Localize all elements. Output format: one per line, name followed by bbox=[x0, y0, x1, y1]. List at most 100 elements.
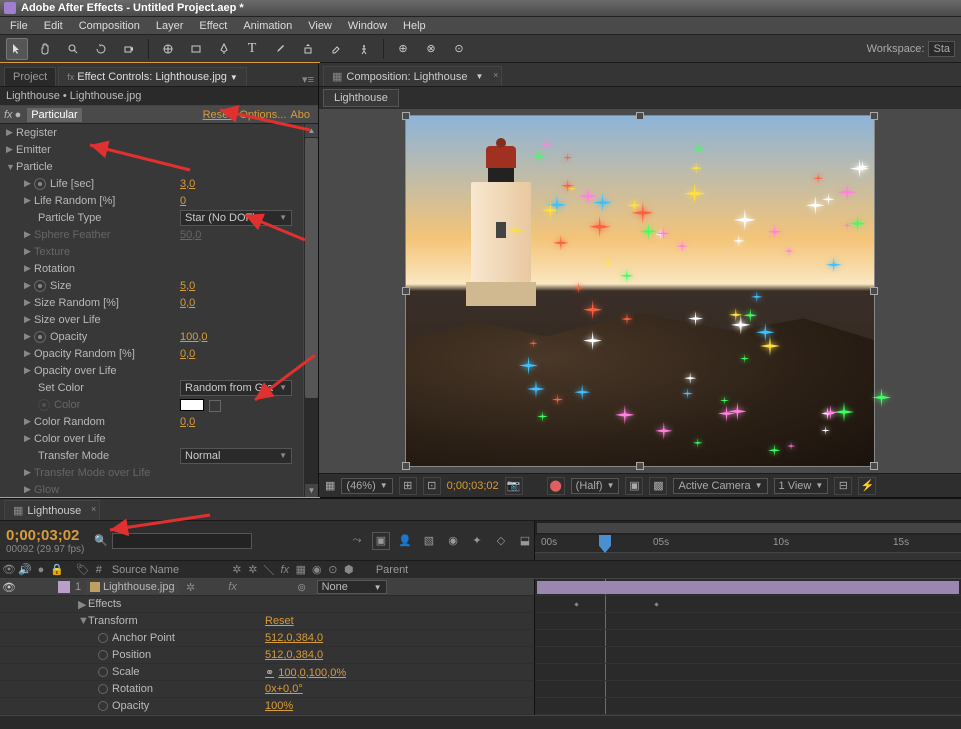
resize-handle[interactable] bbox=[636, 462, 644, 470]
prop-color-over-life[interactable]: ▶Color over Life bbox=[0, 430, 318, 447]
close-icon[interactable]: × bbox=[91, 504, 96, 514]
transform-group[interactable]: ▼TransformReset bbox=[0, 613, 534, 630]
clone-tool[interactable] bbox=[297, 38, 319, 60]
snapshot-icon[interactable]: 📷 bbox=[505, 477, 523, 495]
menu-effect[interactable]: Effect bbox=[191, 18, 235, 34]
res-half-icon[interactable]: ⊡ bbox=[423, 477, 441, 495]
prop-set-color[interactable]: Set ColorRandom from Gra▼ bbox=[0, 379, 318, 396]
menu-composition[interactable]: Composition bbox=[71, 18, 148, 34]
audio-col-icon[interactable]: 🔊 bbox=[18, 563, 32, 576]
project-tab[interactable]: Project bbox=[4, 67, 56, 86]
resize-handle[interactable] bbox=[870, 462, 878, 470]
timeline-tab[interactable]: ▦ Lighthouse × bbox=[4, 500, 100, 520]
zoom-dropdown[interactable]: (46%)▼ bbox=[341, 478, 392, 494]
prop-opacity[interactable]: Opacity100% bbox=[0, 698, 534, 715]
channel-icon[interactable]: ⬤ bbox=[547, 477, 565, 495]
puppet-tool[interactable] bbox=[353, 38, 375, 60]
layer-tab[interactable]: Lighthouse bbox=[323, 89, 399, 107]
label-color[interactable] bbox=[58, 581, 70, 593]
menu-layer[interactable]: Layer bbox=[148, 18, 192, 34]
work-area-bar[interactable] bbox=[535, 521, 961, 535]
effects-group[interactable]: ▶Effects bbox=[0, 596, 534, 613]
parent-col[interactable]: Parent bbox=[372, 564, 412, 576]
visibility-toggle[interactable]: 👁 bbox=[2, 581, 16, 594]
prop-color-random[interactable]: ▶Color Random0,0 bbox=[0, 413, 318, 430]
close-icon[interactable]: × bbox=[493, 70, 498, 80]
menu-animation[interactable]: Animation bbox=[235, 18, 300, 34]
layer-row[interactable]: 👁 1 Lighthouse.jpg ✲fx ⊚ None▼ bbox=[0, 579, 534, 596]
draft3d-icon[interactable]: ▣ bbox=[372, 532, 390, 550]
prop-life-random[interactable]: ▶Life Random [%]0 bbox=[0, 192, 318, 209]
menu-file[interactable]: File bbox=[2, 18, 36, 34]
brush-tool[interactable] bbox=[269, 38, 291, 60]
scroll-up-icon[interactable]: ▲ bbox=[305, 124, 318, 137]
fast-preview-icon[interactable]: ⚡ bbox=[858, 477, 876, 495]
views-dropdown[interactable]: 1 View▼ bbox=[774, 478, 829, 494]
playhead[interactable] bbox=[599, 535, 611, 553]
view-axis-icon[interactable]: ⊙ bbox=[448, 38, 470, 60]
resize-handle[interactable] bbox=[870, 287, 878, 295]
prop-scale[interactable]: Scale⚭100,0,100,0% bbox=[0, 664, 534, 681]
eraser-tool[interactable] bbox=[325, 38, 347, 60]
local-axis-icon[interactable]: ⊕ bbox=[392, 38, 414, 60]
roi-icon[interactable]: ▣ bbox=[625, 477, 643, 495]
timecode-display[interactable]: 0;00;03;02 bbox=[447, 480, 499, 492]
prop-rotation[interactable]: Rotation0x+0,0° bbox=[0, 681, 534, 698]
prop-opacity-random[interactable]: ▶Opacity Random [%]0,0 bbox=[0, 345, 318, 362]
resize-handle[interactable] bbox=[870, 112, 878, 120]
reset-link[interactable]: Reset bbox=[203, 109, 232, 121]
visibility-col-icon[interactable]: 👁 bbox=[2, 563, 16, 576]
transparency-icon[interactable]: ▩ bbox=[649, 477, 667, 495]
prop-size-random[interactable]: ▶Size Random [%]0,0 bbox=[0, 294, 318, 311]
effect-name[interactable]: Particular bbox=[27, 108, 81, 122]
about-link[interactable]: Abo bbox=[290, 109, 310, 121]
effect-controls-tab[interactable]: fx Effect Controls: Lighthouse.jpg ▼ bbox=[58, 67, 247, 86]
prop-particle[interactable]: ▼Particle bbox=[0, 158, 318, 175]
current-time[interactable]: 0;00;03;02 00092 (29.97 fps) bbox=[0, 525, 90, 557]
pixel-aspect-icon[interactable]: ⊟ bbox=[834, 477, 852, 495]
camera-dropdown[interactable]: Active Camera▼ bbox=[673, 478, 767, 494]
timeline-scrollbar[interactable] bbox=[0, 715, 961, 729]
prop-anchor[interactable]: Anchor Point512,0,384,0 bbox=[0, 630, 534, 647]
resize-handle[interactable] bbox=[636, 112, 644, 120]
layer-name[interactable]: Lighthouse.jpg bbox=[86, 580, 179, 594]
layer-bar[interactable] bbox=[537, 581, 959, 594]
composition-viewer[interactable] bbox=[319, 109, 961, 473]
comp-canvas[interactable] bbox=[405, 115, 875, 467]
brainstorm-icon[interactable]: ✦ bbox=[468, 532, 486, 550]
effect-toggle[interactable]: ● bbox=[15, 109, 22, 121]
rotate-tool[interactable] bbox=[90, 38, 112, 60]
prop-opacity-over-life[interactable]: ▶Opacity over Life bbox=[0, 362, 318, 379]
prop-rotation[interactable]: ▶Rotation bbox=[0, 260, 318, 277]
grid-icon[interactable]: ▦ bbox=[325, 479, 335, 492]
prop-life[interactable]: ▶Life [sec]3,0 bbox=[0, 175, 318, 192]
hand-tool[interactable] bbox=[34, 38, 56, 60]
graph-editor-icon[interactable]: ⬓ bbox=[516, 532, 534, 550]
frame-blend-icon[interactable]: ▧ bbox=[420, 532, 438, 550]
parent-dropdown[interactable]: None▼ bbox=[317, 580, 387, 594]
resize-handle[interactable] bbox=[402, 112, 410, 120]
menu-edit[interactable]: Edit bbox=[36, 18, 71, 34]
dropdown-icon[interactable]: ▼ bbox=[475, 72, 483, 81]
comp-mini-flow-icon[interactable]: ⤳ bbox=[348, 532, 366, 550]
scroll-down-icon[interactable]: ▼ bbox=[305, 484, 318, 497]
resize-handle[interactable] bbox=[402, 287, 410, 295]
prop-size[interactable]: ▶Size5,0 bbox=[0, 277, 318, 294]
prop-size-over-life[interactable]: ▶Size over Life bbox=[0, 311, 318, 328]
pen-tool[interactable] bbox=[213, 38, 235, 60]
prop-position[interactable]: Position512,0,384,0 bbox=[0, 647, 534, 664]
rect-tool[interactable] bbox=[185, 38, 207, 60]
prop-emitter[interactable]: ▶Emitter bbox=[0, 141, 318, 158]
options-link[interactable]: Options... bbox=[239, 109, 286, 121]
res-full-icon[interactable]: ⊞ bbox=[399, 477, 417, 495]
time-ruler[interactable]: 00s 05s 10s 15s bbox=[535, 535, 961, 553]
lock-col-icon[interactable]: 🔒 bbox=[50, 563, 64, 576]
solo-col-icon[interactable]: ● bbox=[34, 564, 48, 576]
prop-opacity[interactable]: ▶Opacity100,0 bbox=[0, 328, 318, 345]
text-tool[interactable]: T bbox=[241, 38, 263, 60]
hide-shy-icon[interactable]: 👤 bbox=[396, 532, 414, 550]
menu-view[interactable]: View bbox=[300, 18, 340, 34]
motion-blur-icon[interactable]: ◉ bbox=[444, 532, 462, 550]
camera-tool[interactable] bbox=[118, 38, 140, 60]
prop-transfer-mode[interactable]: Transfer ModeNormal▼ bbox=[0, 447, 318, 464]
